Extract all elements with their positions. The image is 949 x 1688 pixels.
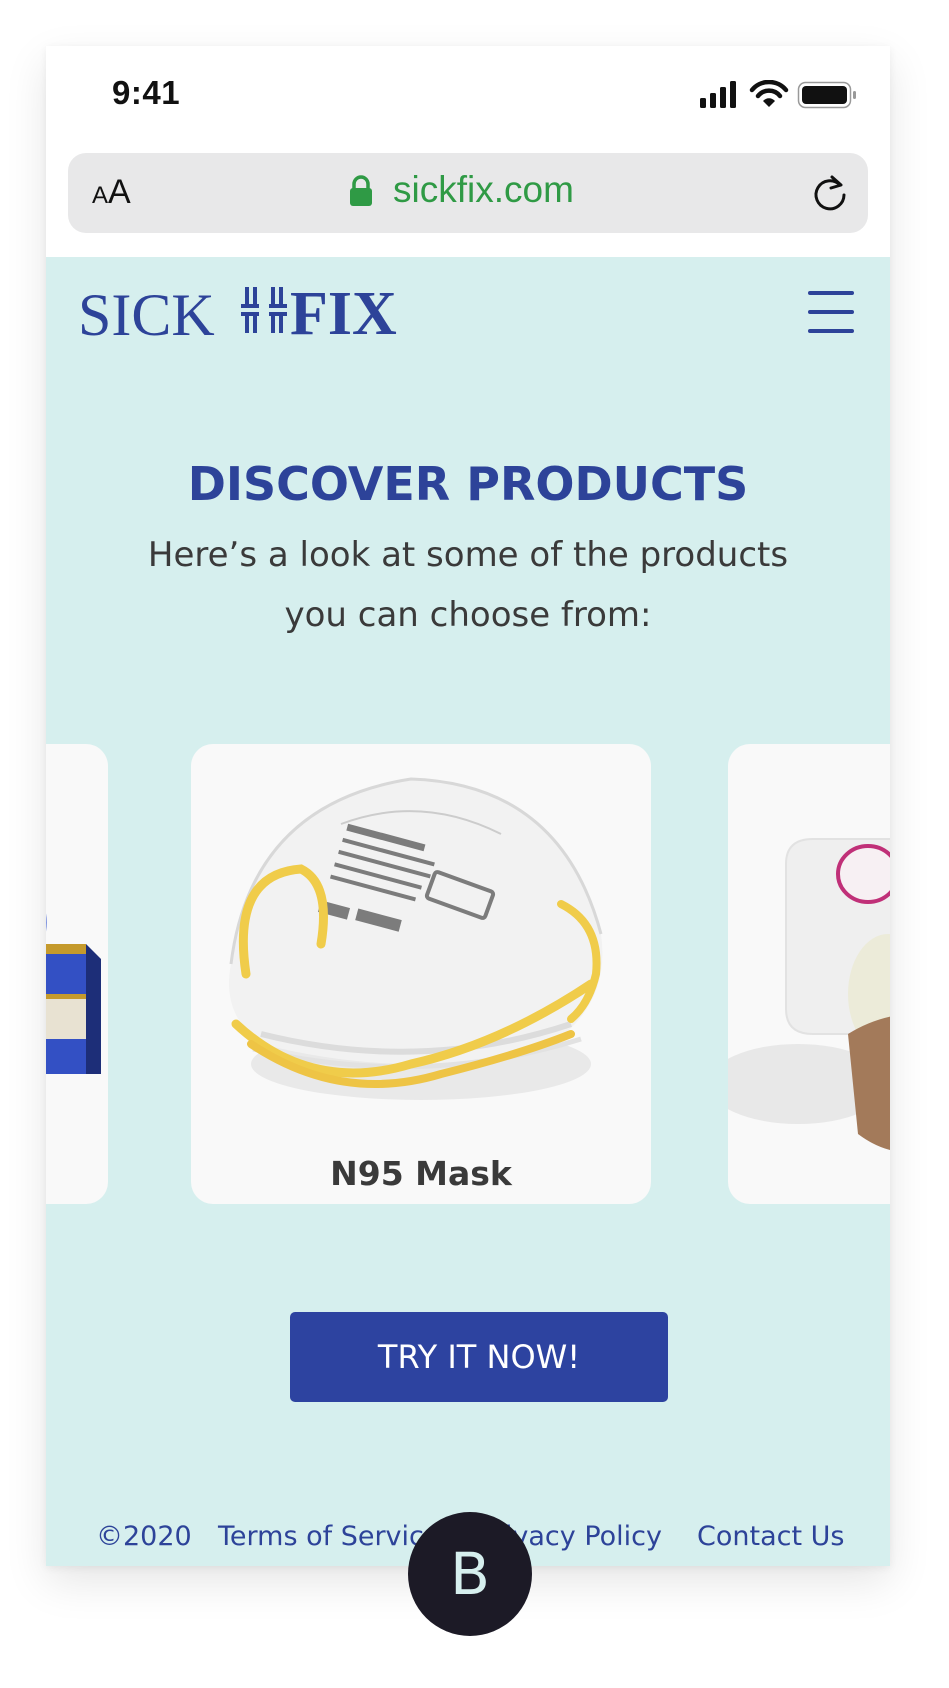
variant-badge: B <box>408 1512 532 1636</box>
footer-copyright: ©2020 <box>96 1521 192 1552</box>
n95-mask-image <box>229 777 603 1100</box>
gloves-image <box>46 914 101 1074</box>
product-card-gloves[interactable] <box>46 744 108 1204</box>
site-logo[interactable]: SICK FIX <box>78 280 408 348</box>
reload-icon[interactable] <box>808 171 852 215</box>
wifi-icon <box>749 80 789 107</box>
footer-link-contact[interactable]: Contact Us <box>697 1521 844 1552</box>
try-it-now-button[interactable]: TRY IT NOW! <box>290 1312 668 1402</box>
battery-icon <box>797 81 856 109</box>
phone-frame: 9:41 AA sickfix.com SICK FIX DISCOVER PR… <box>46 46 890 1566</box>
logo-text-sick: SICK <box>78 282 215 348</box>
address-bar[interactable]: AA sickfix.com <box>68 153 868 233</box>
status-bar: 9:41 <box>46 46 890 146</box>
status-time: 9:41 <box>112 74 181 111</box>
text-size-button[interactable]: AA <box>92 173 131 212</box>
tape-image <box>728 838 890 1150</box>
lock-icon <box>350 175 372 206</box>
product-card-tape[interactable] <box>728 744 890 1204</box>
footer-link-terms[interactable]: Terms of Service <box>218 1521 441 1552</box>
menu-icon[interactable] <box>808 291 854 333</box>
logo-text-fix: FIX <box>290 280 397 348</box>
section-heading: DISCOVER PRODUCTS <box>187 457 749 511</box>
site-content: SICK FIX DISCOVER PRODUCTS Here’s a look… <box>46 257 890 1566</box>
product-name: N95 Mask <box>330 1154 512 1193</box>
logo-cross-icon <box>241 287 287 333</box>
product-card-n95-mask[interactable]: N95 Mask <box>191 744 651 1204</box>
section-subheading: Here’s a look at some of the products yo… <box>147 535 789 635</box>
url-text: sickfix.com <box>393 169 574 210</box>
signal-icon <box>700 81 736 108</box>
status-icons <box>700 80 856 109</box>
